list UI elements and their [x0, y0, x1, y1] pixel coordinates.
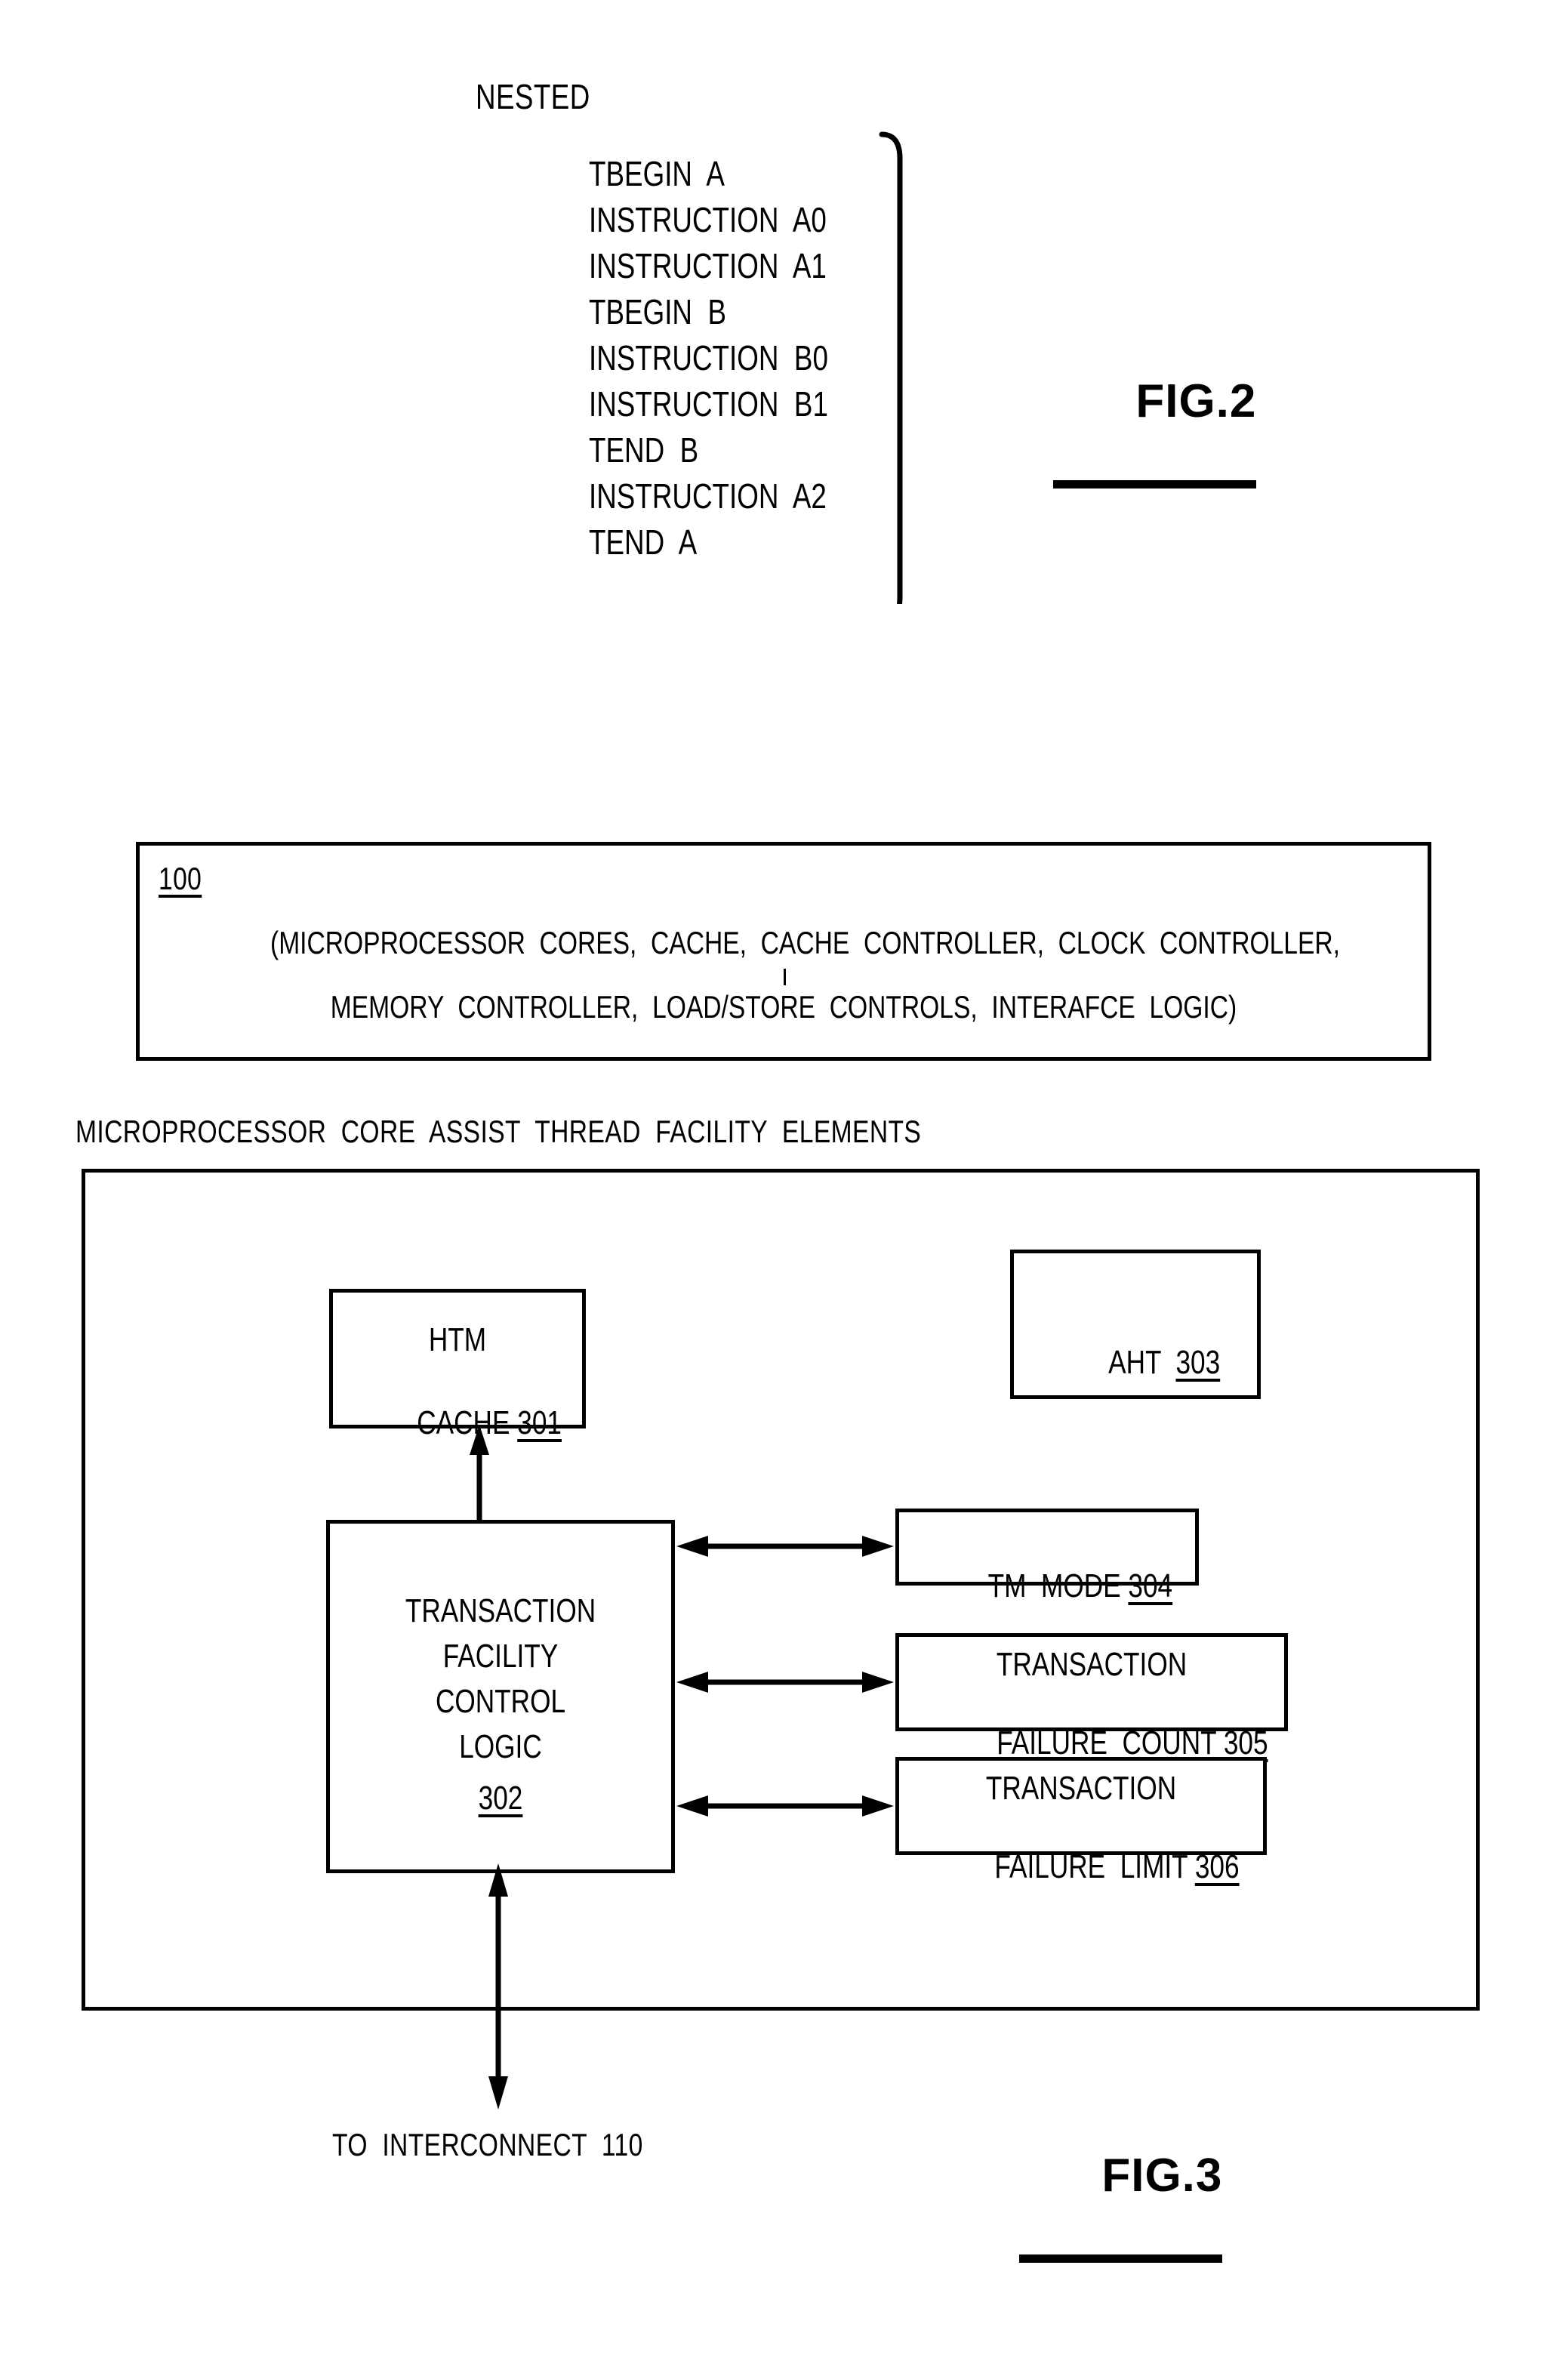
- instruction-line: TBEGIN A: [589, 154, 725, 193]
- figure-3-label-underline: [1019, 2254, 1223, 2263]
- htm-cache-block: HTM CACHE 301: [329, 1289, 586, 1441]
- system-box-tick: [784, 969, 786, 985]
- aht-ref: 303: [1175, 1344, 1221, 1381]
- failure-count-ref: 305: [1223, 1724, 1268, 1761]
- transaction-control-logic-block: TRANSACTION FACILITY CONTROL LOGIC 302: [326, 1520, 675, 1873]
- htm-cache-line2: CACHE 301: [358, 1367, 562, 1480]
- system-box-line2: MEMORY CONTROLLER, LOAD/STORE CONTROLS, …: [330, 989, 1237, 1025]
- failure-limit-line1: TRANSACTION: [985, 1770, 1177, 1807]
- system-box-line1: (MICROPROCESSOR CORES, CACHE, CACHE CONT…: [270, 925, 1341, 960]
- aht-label: AHT: [1108, 1344, 1161, 1381]
- instruction-line: INSTRUCTION B1: [589, 384, 828, 424]
- tm-mode-label: TM MODE: [987, 1567, 1121, 1604]
- control-logic-line4: LOGIC: [459, 1728, 542, 1765]
- nested-heading: NESTED: [476, 77, 590, 116]
- failure-limit-ref: 306: [1194, 1848, 1240, 1885]
- grouping-brace: [879, 131, 903, 604]
- transaction-failure-count-block: TRANSACTION FAILURE COUNT 305: [895, 1633, 1288, 1761]
- arrow-control-to-tm-mode: [676, 1536, 894, 1557]
- aht-line1: AHT 303: [1039, 1306, 1232, 1419]
- container-caption: MICROPROCESSOR CORE ASSIST THREAD FACILI…: [75, 1114, 922, 1149]
- instruction-line: INSTRUCTION B0: [589, 338, 828, 378]
- control-logic-line3: CONTROL: [435, 1683, 566, 1720]
- htm-cache-line1: HTM: [428, 1321, 487, 1358]
- patent-drawing-sheet: NESTED TBEGIN A INSTRUCTION A0 INSTRUCTI…: [0, 0, 1568, 2263]
- failure-limit-label: FAILURE LIMIT: [994, 1848, 1188, 1885]
- transaction-failure-limit-block: TRANSACTION FAILURE LIMIT 306: [895, 1757, 1267, 1885]
- system-box-100: 100 (MICROPROCESSOR CORES, CACHE, CACHE …: [136, 842, 1431, 1061]
- tm-mode-ref: 304: [1128, 1567, 1173, 1604]
- figure-3-label: FIG.3: [1019, 2095, 1223, 2370]
- aht-block: AHT 303: [1010, 1250, 1261, 1399]
- htm-cache-ref: 301: [517, 1404, 562, 1441]
- system-box-ref: 100: [159, 861, 202, 896]
- arrow-control-to-htm-cache: [470, 1425, 489, 1525]
- tm-mode-block: TM MODE 304: [895, 1509, 1199, 1604]
- instruction-line: INSTRUCTION A1: [589, 246, 827, 285]
- instruction-line: TEND A: [589, 522, 698, 562]
- figure-3-label-text: FIG.3: [1101, 2150, 1223, 2202]
- figure-2-label-underline: [1053, 480, 1257, 488]
- figure-2-label: FIG.2: [1053, 321, 1257, 596]
- control-logic-ref: 302: [478, 1780, 523, 1817]
- tm-mode-line1: TM MODE 304: [929, 1530, 1173, 1643]
- control-logic-line2: FACILITY: [442, 1638, 559, 1675]
- interconnect-label: TO INTERCONNECT 110: [332, 2127, 643, 2162]
- arrow-control-to-failure-count: [676, 1672, 894, 1693]
- failure-count-label: FAILURE COUNT: [997, 1724, 1217, 1761]
- failure-count-line1: TRANSACTION: [996, 1646, 1188, 1683]
- instruction-line: TBEGIN B: [589, 292, 726, 331]
- instruction-line: INSTRUCTION A0: [589, 200, 827, 239]
- instruction-line: INSTRUCTION A2: [589, 476, 827, 516]
- instruction-line: TEND B: [589, 430, 699, 470]
- figure-2-label-text: FIG.2: [1135, 375, 1257, 427]
- arrow-control-to-interconnect: [488, 1863, 508, 2110]
- failure-limit-line2: FAILURE LIMIT 306: [935, 1811, 1239, 1924]
- control-logic-line1: TRANSACTION: [405, 1592, 596, 1629]
- assist-thread-container: [82, 1169, 1480, 2011]
- htm-cache-label: CACHE: [417, 1404, 510, 1441]
- arrow-control-to-failure-limit: [676, 1795, 894, 1817]
